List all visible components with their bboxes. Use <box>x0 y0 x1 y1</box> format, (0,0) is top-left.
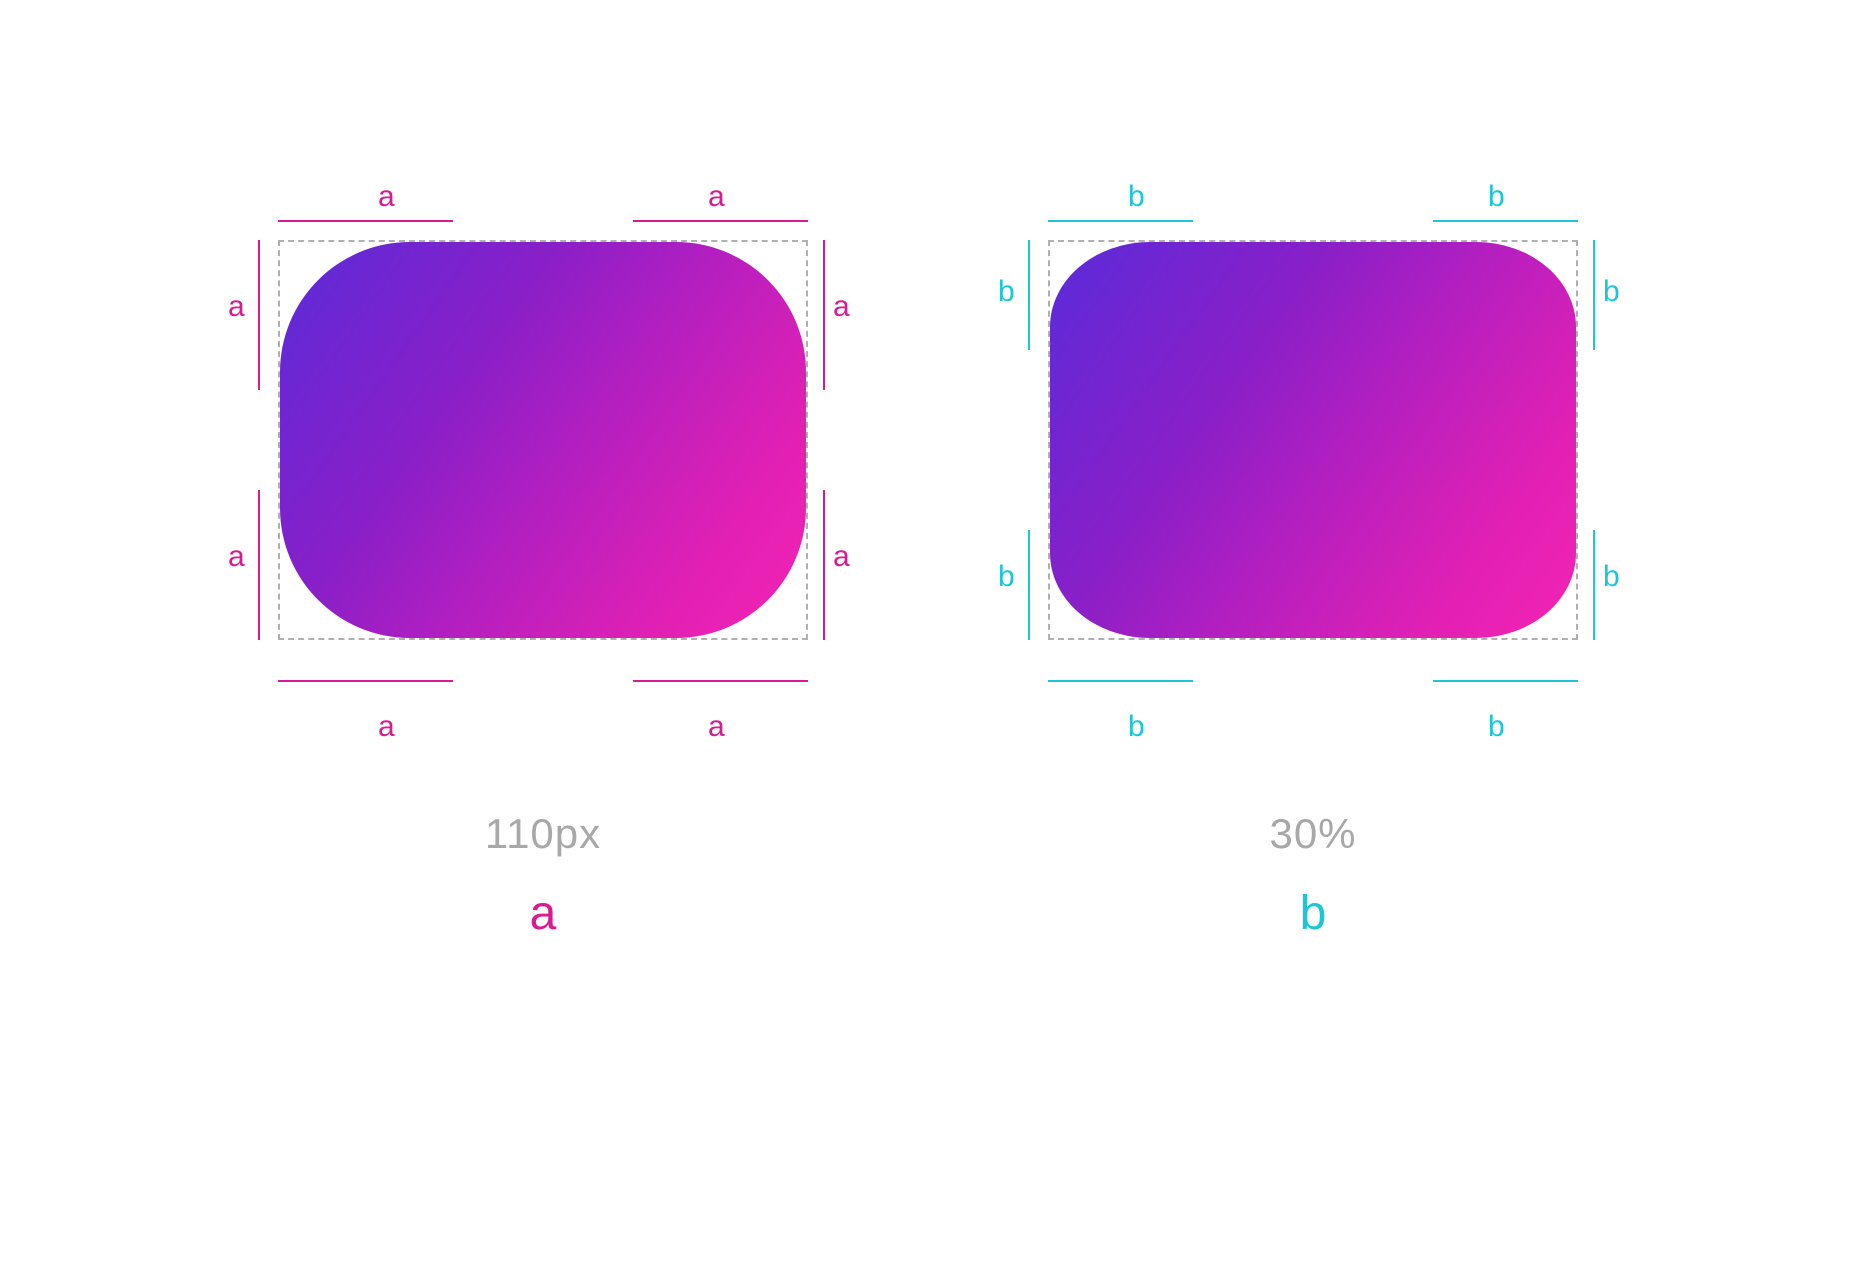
dim-label-a-top-right: a <box>708 180 725 214</box>
panel-a: a a a a a a a a 110px a <box>218 160 868 941</box>
caption-value-a: 110px <box>485 810 601 858</box>
dim-label-b-bottom-right: b <box>1488 710 1505 744</box>
diagram-b: b b b b b b b b <box>988 160 1638 720</box>
dim-line-b-right-bottom <box>1593 530 1595 640</box>
dim-line-b-bottom-right <box>1433 680 1578 682</box>
panel-b: b b b b b b b b 30% b <box>988 160 1638 941</box>
dim-line-b-top-right <box>1433 220 1578 222</box>
dim-line-a-right-top <box>823 240 825 390</box>
caption-value-b: 30% <box>1269 810 1356 858</box>
rounded-rectangle-b <box>1050 242 1576 638</box>
dim-line-b-left-top <box>1028 240 1030 350</box>
dim-label-b-bottom-left: b <box>1128 710 1145 744</box>
dim-line-b-right-top <box>1593 240 1595 350</box>
dim-label-a-bottom-right: a <box>708 710 725 744</box>
dim-label-a-left-top: a <box>228 290 245 324</box>
dim-line-a-left-top <box>258 240 260 390</box>
dim-line-a-left-bottom <box>258 490 260 640</box>
dim-label-a-right-top: a <box>833 290 850 324</box>
bounding-box-a <box>278 240 808 640</box>
dim-label-b-left-top: b <box>998 275 1015 309</box>
dim-label-a-left-bottom: a <box>228 540 245 574</box>
dim-label-a-top-left: a <box>378 180 395 214</box>
caption-key-a: a <box>530 886 557 941</box>
rounded-rectangle-a <box>280 242 806 638</box>
dim-label-a-bottom-left: a <box>378 710 395 744</box>
bounding-box-b <box>1048 240 1578 640</box>
dim-line-a-bottom-right <box>633 680 808 682</box>
diagram-container: a a a a a a a a 110px a <box>0 0 1856 941</box>
dim-line-a-bottom-left <box>278 680 453 682</box>
dim-label-b-right-top: b <box>1603 275 1620 309</box>
dim-line-a-top-right <box>633 220 808 222</box>
dim-label-b-top-left: b <box>1128 180 1145 214</box>
dim-label-b-top-right: b <box>1488 180 1505 214</box>
dim-label-a-right-bottom: a <box>833 540 850 574</box>
dim-label-b-right-bottom: b <box>1603 560 1620 594</box>
dim-label-b-left-bottom: b <box>998 560 1015 594</box>
dim-line-b-bottom-left <box>1048 680 1193 682</box>
caption-key-b: b <box>1300 886 1327 941</box>
dim-line-b-left-bottom <box>1028 530 1030 640</box>
diagram-a: a a a a a a a a <box>218 160 868 720</box>
dim-line-a-top-left <box>278 220 453 222</box>
dim-line-a-right-bottom <box>823 490 825 640</box>
dim-line-b-top-left <box>1048 220 1193 222</box>
